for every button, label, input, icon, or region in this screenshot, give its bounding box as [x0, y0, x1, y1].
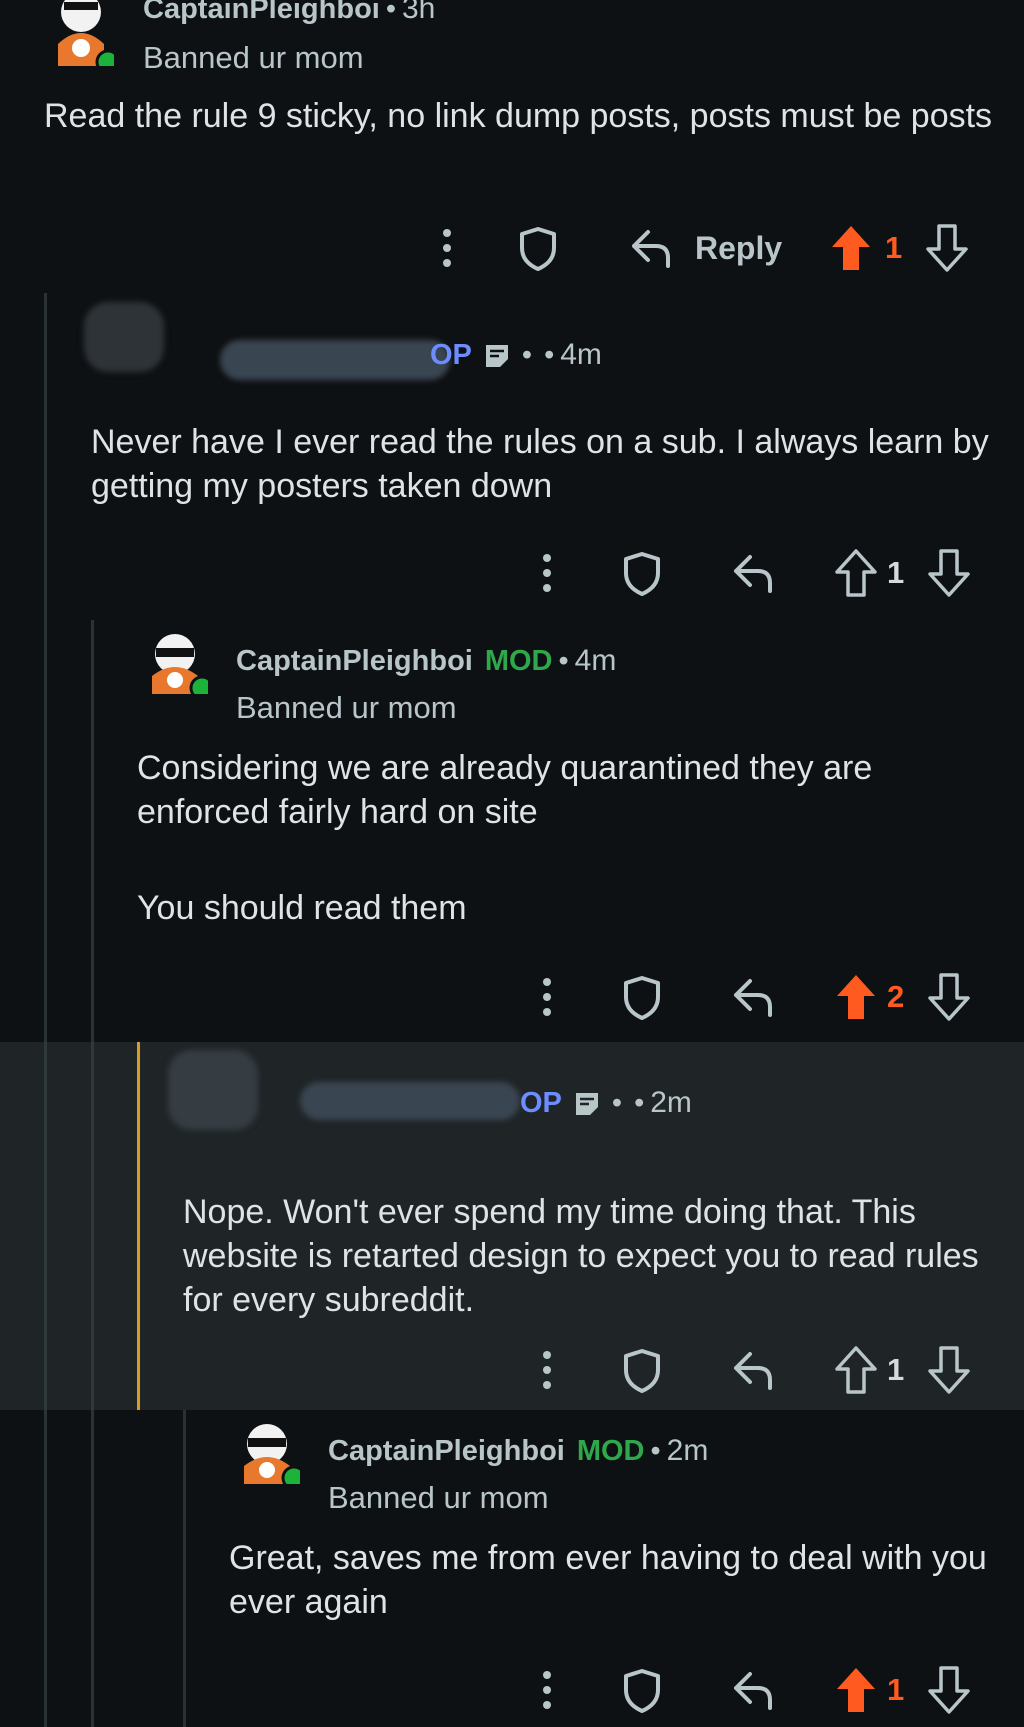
- more-options-icon[interactable]: [530, 1342, 564, 1398]
- comment-paragraph: Considering we are already quarantined t…: [137, 749, 873, 831]
- downvote-arrow-icon[interactable]: [928, 1342, 970, 1398]
- comment-paragraph: Great, saves me from ever having to deal…: [229, 1539, 987, 1621]
- more-options-icon[interactable]: [530, 1662, 564, 1718]
- comment-5: CaptainPleighboi MOD • 2m Banned ur mom …: [0, 1410, 1024, 1727]
- reply-arrow-icon[interactable]: [730, 969, 776, 1025]
- comment-body: Considering we are already quarantined t…: [137, 746, 1007, 930]
- comment-actions: 2: [530, 969, 990, 1025]
- thread-line-level-2: [91, 1042, 94, 1410]
- more-options-icon[interactable]: [430, 220, 464, 276]
- downvote-arrow-icon[interactable]: [926, 220, 968, 276]
- more-options-icon[interactable]: [530, 969, 564, 1025]
- note-icon: [575, 1093, 598, 1115]
- comment-body: Great, saves me from ever having to deal…: [229, 1536, 1009, 1624]
- mod-badge: MOD: [484, 644, 553, 677]
- comment-actions: Reply 1: [430, 220, 990, 276]
- separator-dot: •: [521, 338, 533, 371]
- comment-actions: 1: [530, 1662, 990, 1718]
- downvote-arrow-icon[interactable]: [928, 969, 970, 1025]
- shield-icon[interactable]: [620, 1342, 664, 1398]
- comment-author[interactable]: CaptainPleighboi: [328, 1435, 565, 1468]
- snoo-avatar-icon[interactable]: [48, 0, 114, 66]
- more-options-icon[interactable]: [530, 545, 564, 601]
- note-icon: [485, 345, 508, 367]
- upvote-arrow-icon[interactable]: [835, 969, 877, 1025]
- comment-time: 4m: [560, 338, 602, 371]
- comment-paragraph: Nope. Won't ever spend my time doing tha…: [183, 1193, 979, 1319]
- shield-icon[interactable]: [620, 969, 664, 1025]
- redacted-username: [220, 340, 450, 380]
- comment-time: 2m: [666, 1434, 709, 1467]
- snoo-avatar-icon[interactable]: [234, 1418, 300, 1484]
- comment-body: Read the rule 9 sticky, no link dump pos…: [44, 94, 1004, 138]
- snoo-avatar-icon[interactable]: [142, 628, 208, 694]
- op-tag: OP: [430, 338, 472, 371]
- vote-count: 1: [885, 230, 903, 265]
- thread-line-level-1: [44, 1042, 47, 1410]
- mod-badge: MOD: [576, 1434, 645, 1467]
- comment-paragraph: Read the rule 9 sticky, no link dump pos…: [44, 97, 993, 135]
- separator-dot: •: [558, 644, 569, 677]
- comment-actions: 1: [530, 545, 990, 601]
- upvote-arrow-icon[interactable]: [835, 545, 877, 601]
- redacted-avatar: [84, 302, 164, 372]
- comment-paragraph: You should read them: [137, 889, 467, 927]
- op-tag: OP: [520, 1086, 562, 1119]
- downvote-arrow-icon[interactable]: [928, 1662, 970, 1718]
- upvote-arrow-icon[interactable]: [835, 1662, 877, 1718]
- separator-dot: •: [611, 1086, 623, 1119]
- vote-count: 1: [887, 1352, 905, 1387]
- downvote-arrow-icon[interactable]: [928, 545, 970, 601]
- upvote-arrow-icon[interactable]: [830, 220, 872, 276]
- comment-time: 2m: [650, 1086, 692, 1119]
- comment-1: CaptainPleighboi • 3h Banned ur mom Read…: [0, 0, 1024, 290]
- reply-arrow-icon[interactable]: [628, 220, 674, 276]
- comment-actions: 1: [530, 1342, 990, 1398]
- comment-4: OP • • 2m Nope. Won't ever spend my time…: [0, 1042, 1024, 1410]
- reply-arrow-icon[interactable]: [730, 1342, 776, 1398]
- shield-icon[interactable]: [620, 545, 664, 601]
- user-flair: Banned ur mom: [236, 690, 457, 725]
- separator-dot: •: [650, 1434, 661, 1467]
- upvote-arrow-icon[interactable]: [835, 1342, 877, 1398]
- redacted-avatar: [168, 1050, 258, 1130]
- comment-body: Nope. Won't ever spend my time doing tha…: [183, 1190, 1003, 1322]
- separator-dot: •: [544, 338, 555, 371]
- new-comment-highlight-bar: [137, 1042, 140, 1410]
- shield-icon[interactable]: [620, 1662, 664, 1718]
- reply-arrow-icon[interactable]: [730, 1662, 776, 1718]
- comment-author[interactable]: CaptainPleighboi: [236, 645, 473, 678]
- vote-count: 1: [887, 555, 905, 590]
- reply-button[interactable]: Reply: [695, 220, 782, 276]
- separator-dot: •: [385, 0, 396, 25]
- user-flair: Banned ur mom: [328, 1480, 549, 1515]
- vote-count: 2: [887, 979, 905, 1014]
- shield-icon[interactable]: [516, 220, 560, 276]
- separator-dot: •: [634, 1086, 645, 1119]
- comment-3: CaptainPleighboi MOD • 4m Banned ur mom …: [0, 620, 1024, 1040]
- comment-time: 3h: [402, 0, 436, 25]
- reply-arrow-icon[interactable]: [730, 545, 776, 601]
- comment-body: Never have I ever read the rules on a su…: [91, 420, 991, 508]
- comment-2: OP • • 4m Never have I ever read the rul…: [0, 290, 1024, 620]
- comment-author[interactable]: CaptainPleighboi: [143, 0, 380, 26]
- comment-time: 4m: [574, 644, 617, 677]
- redacted-username: [300, 1082, 520, 1120]
- comment-paragraph: Never have I ever read the rules on a su…: [91, 423, 989, 505]
- vote-count: 1: [887, 1672, 905, 1707]
- user-flair: Banned ur mom: [143, 40, 364, 75]
